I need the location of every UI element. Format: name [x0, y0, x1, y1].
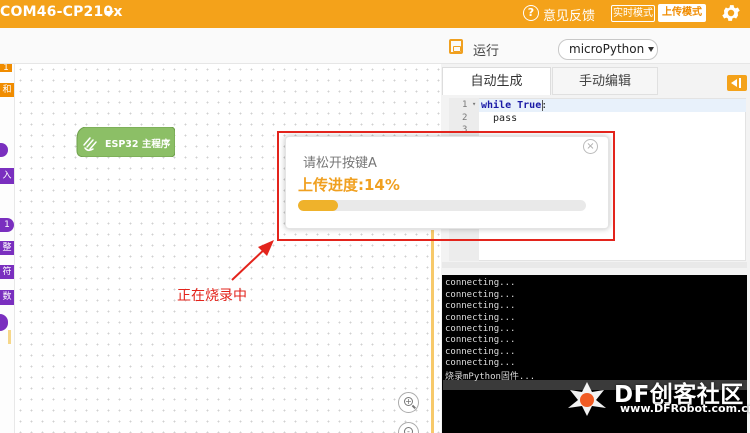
workspace-scrollbar[interactable] [431, 230, 434, 433]
annotation-arrow-icon [231, 240, 274, 281]
console-line: connecting... [445, 324, 516, 334]
feedback-link[interactable]: 意见反馈 [543, 5, 595, 24]
language-select[interactable]: microPython [558, 39, 658, 60]
line-number: 1 [462, 100, 468, 110]
live-mode-button[interactable]: 实时模式 [611, 5, 655, 22]
console-line: connecting... [445, 278, 516, 288]
console-line: connecting... [445, 358, 516, 368]
save-run-icon[interactable] [449, 39, 463, 54]
toolbox-item[interactable]: 1 [0, 64, 12, 72]
upload-mode-button[interactable]: 上传模式 [658, 4, 706, 22]
dfrobot-logo-icon [568, 382, 606, 416]
toolbox-item[interactable]: 入字 [0, 168, 14, 184]
zoom-handle [412, 404, 416, 409]
toolbox-item[interactable]: 1 [0, 218, 14, 232]
blocks-workspace[interactable] [14, 64, 440, 433]
editor-scrollbar[interactable] [442, 262, 747, 268]
console-line: 烧录mPython固件... [445, 372, 536, 382]
console-line: connecting... [445, 313, 516, 323]
text-cursor [542, 100, 543, 111]
code-line-1: while True: [481, 100, 547, 111]
app-window: COM46-CP210x ? 意见反馈 实时模式 上传模式 运行 microPy… [0, 0, 750, 433]
toolbox-item[interactable]: 整数 [0, 241, 14, 255]
tab-manual-edit[interactable]: 手动编辑 [552, 67, 658, 95]
zoom-out-icon: - [404, 427, 413, 433]
toolbox-scrollbar[interactable] [8, 330, 11, 344]
toolbox-item[interactable]: 和 [0, 83, 14, 97]
gear-icon[interactable] [720, 2, 742, 24]
console-line: connecting... [445, 290, 516, 300]
fold-icon[interactable]: ▾ [472, 100, 476, 108]
chevron-down-icon[interactable] [648, 47, 654, 52]
annotation-highlight-box [277, 131, 615, 241]
console-line: connecting... [445, 347, 516, 357]
top-bar: COM46-CP210x ? 意见反馈 实时模式 上传模式 [0, 0, 750, 28]
toolbox-item[interactable]: 数组 [0, 290, 14, 305]
run-button[interactable]: 运行 [473, 40, 499, 59]
code-keyword: while [481, 100, 512, 111]
line-number: 2 [462, 113, 468, 123]
block-label: ESP32 主程序 [105, 138, 171, 150]
toolbox-item[interactable]: 符 [0, 265, 14, 279]
main-program-block[interactable]: ESP32 主程序 [75, 127, 175, 157]
chevron-down-icon[interactable] [104, 11, 114, 17]
annotation-label: 正在烧录中 [177, 288, 247, 304]
help-icon[interactable]: ? [523, 5, 539, 21]
code-line-2: pass [481, 113, 518, 124]
console-line: connecting... [445, 301, 516, 311]
code-keyword: True [517, 100, 542, 111]
watermark-url: www.DFRobot.com.cn [620, 402, 750, 415]
zoom-in-button[interactable]: + [398, 392, 419, 413]
console-line: connecting... [445, 335, 516, 345]
tab-auto-generate[interactable]: 自动生成 [442, 67, 551, 95]
collapse-panel-icon[interactable] [727, 75, 747, 91]
